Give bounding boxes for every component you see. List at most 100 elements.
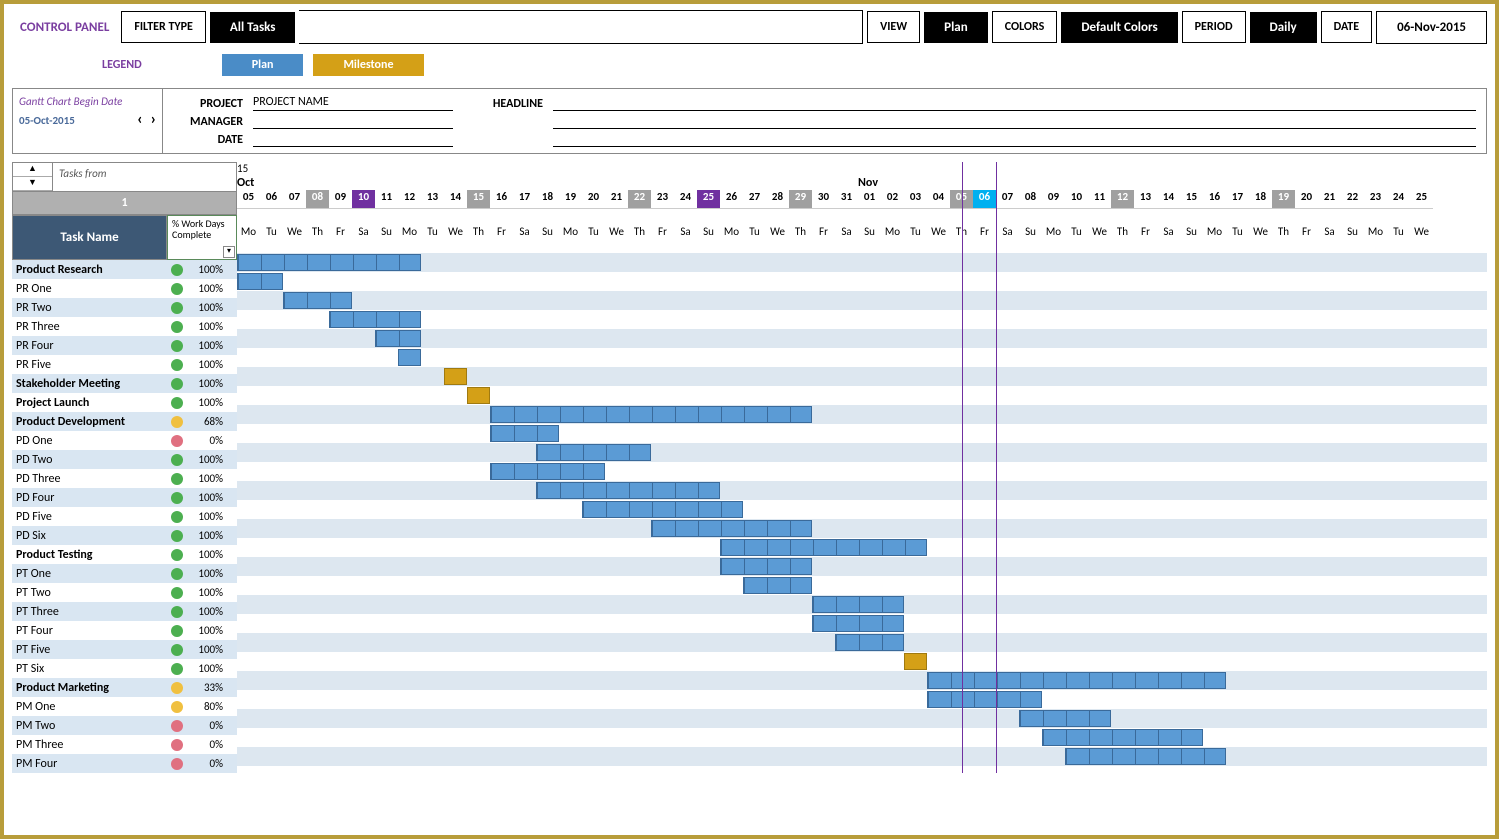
gantt-bar[interactable] — [812, 596, 904, 613]
day-cell[interactable]: 13 — [421, 190, 444, 208]
task-row[interactable]: PD Three100% — [12, 469, 237, 488]
day-cell[interactable]: 06 — [973, 190, 996, 208]
date-value[interactable]: 06-Nov-2015 — [1376, 11, 1487, 44]
gantt-bar[interactable] — [904, 653, 927, 670]
gantt-bar[interactable] — [490, 425, 559, 442]
day-cell[interactable]: 11 — [1088, 190, 1111, 208]
day-cell[interactable]: 07 — [996, 190, 1019, 208]
gantt-bar[interactable] — [812, 615, 904, 632]
task-row[interactable]: PM Two0% — [12, 716, 237, 735]
day-cell[interactable]: 17 — [1226, 190, 1249, 208]
day-cell[interactable]: 02 — [881, 190, 904, 208]
task-row[interactable]: PT Six100% — [12, 659, 237, 678]
dropdown-icon[interactable]: ▾ — [223, 246, 235, 258]
period-value[interactable]: Daily — [1250, 12, 1317, 43]
day-cell[interactable]: 21 — [605, 190, 628, 208]
day-cell[interactable]: 25 — [1410, 190, 1433, 208]
day-cell[interactable]: 14 — [1157, 190, 1180, 208]
day-cell[interactable]: 12 — [1111, 190, 1134, 208]
headline-value[interactable] — [553, 95, 1476, 111]
day-cell[interactable]: 07 — [283, 190, 306, 208]
day-cell[interactable]: 19 — [1272, 190, 1295, 208]
day-cell[interactable]: 25 — [697, 190, 720, 208]
task-row[interactable]: PT Five100% — [12, 640, 237, 659]
day-cell[interactable]: 04 — [927, 190, 950, 208]
task-row[interactable]: PD One0% — [12, 431, 237, 450]
task-row[interactable]: PT Three100% — [12, 602, 237, 621]
task-row[interactable]: Project Launch100% — [12, 393, 237, 412]
manager-value[interactable] — [253, 113, 453, 129]
day-cell[interactable]: 27 — [743, 190, 766, 208]
task-row[interactable]: Product Development68% — [12, 412, 237, 431]
task-row[interactable]: PT Two100% — [12, 583, 237, 602]
gantt-bar[interactable] — [237, 273, 283, 290]
day-cell[interactable]: 22 — [628, 190, 651, 208]
day-cell[interactable]: 16 — [490, 190, 513, 208]
project-name[interactable]: PROJECT NAME — [253, 95, 453, 111]
gantt-bar[interactable] — [720, 558, 812, 575]
task-row[interactable]: PM Three0% — [12, 735, 237, 754]
task-row[interactable]: PR Three100% — [12, 317, 237, 336]
gantt-bar[interactable] — [720, 539, 927, 556]
day-cell[interactable]: 17 — [513, 190, 536, 208]
day-cell[interactable]: 24 — [674, 190, 697, 208]
task-row[interactable]: PR Five100% — [12, 355, 237, 374]
task-row[interactable]: PM Four0% — [12, 754, 237, 773]
gantt-bar[interactable] — [237, 254, 421, 271]
task-row[interactable]: PR Two100% — [12, 298, 237, 317]
headline-line2[interactable] — [553, 113, 1476, 129]
day-cell[interactable]: 31 — [835, 190, 858, 208]
task-row[interactable]: Stakeholder Meeting100% — [12, 374, 237, 393]
day-cell[interactable]: 29 — [789, 190, 812, 208]
gantt-bar[interactable] — [651, 520, 812, 537]
next-date-icon[interactable]: › — [150, 110, 156, 129]
gantt-bar[interactable] — [1042, 729, 1203, 746]
day-cell[interactable]: 03 — [904, 190, 927, 208]
task-row[interactable]: PD Two100% — [12, 450, 237, 469]
day-cell[interactable]: 09 — [329, 190, 352, 208]
task-row[interactable]: PD Four100% — [12, 488, 237, 507]
day-cell[interactable]: 30 — [812, 190, 835, 208]
day-cell[interactable]: 13 — [1134, 190, 1157, 208]
task-row[interactable]: PR Four100% — [12, 336, 237, 355]
colors-value[interactable]: Default Colors — [1061, 12, 1177, 43]
task-row[interactable]: PD Six100% — [12, 526, 237, 545]
gantt-bar[interactable] — [467, 387, 490, 404]
prev-date-icon[interactable]: ‹ — [137, 110, 143, 129]
task-row[interactable]: PM One80% — [12, 697, 237, 716]
day-cell[interactable]: 05 — [237, 190, 260, 208]
gantt-bar[interactable] — [283, 292, 352, 309]
tasks-from-value[interactable]: 1 — [12, 192, 237, 215]
gantt-bar[interactable] — [1019, 710, 1111, 727]
day-cell[interactable]: 18 — [1249, 190, 1272, 208]
gantt-bar[interactable] — [398, 349, 421, 366]
gantt-bar[interactable] — [375, 330, 421, 347]
gantt-bar[interactable] — [927, 691, 1042, 708]
day-cell[interactable]: 10 — [1065, 190, 1088, 208]
task-row[interactable]: Product Testing100% — [12, 545, 237, 564]
headline-line3[interactable] — [553, 131, 1476, 147]
task-row[interactable]: PT Four100% — [12, 621, 237, 640]
day-cell[interactable]: 14 — [444, 190, 467, 208]
task-row[interactable]: PD Five100% — [12, 507, 237, 526]
day-cell[interactable]: 06 — [260, 190, 283, 208]
day-cell[interactable]: 15 — [1180, 190, 1203, 208]
view-value[interactable]: Plan — [924, 12, 988, 43]
day-cell[interactable]: 15 — [467, 190, 490, 208]
day-cell[interactable]: 24 — [1387, 190, 1410, 208]
task-row[interactable]: PR One100% — [12, 279, 237, 298]
filter-type-value[interactable]: All Tasks — [210, 12, 296, 43]
task-row[interactable]: PT One100% — [12, 564, 237, 583]
gantt-bar[interactable] — [743, 577, 812, 594]
day-cell[interactable]: 22 — [1341, 190, 1364, 208]
gantt-bar[interactable] — [490, 406, 812, 423]
day-cell[interactable]: 01 — [858, 190, 881, 208]
day-cell[interactable]: 19 — [559, 190, 582, 208]
day-cell[interactable]: 20 — [1295, 190, 1318, 208]
day-cell[interactable]: 23 — [1364, 190, 1387, 208]
gantt-bar[interactable] — [927, 672, 1226, 689]
gantt-bar[interactable] — [835, 634, 904, 651]
gantt-bar[interactable] — [536, 444, 651, 461]
day-cell[interactable]: 08 — [1019, 190, 1042, 208]
day-cell[interactable]: 18 — [536, 190, 559, 208]
